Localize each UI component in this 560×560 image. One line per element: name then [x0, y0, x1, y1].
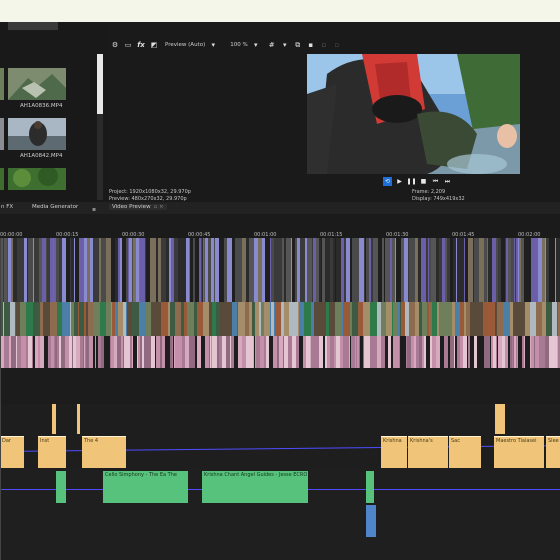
media-scrollbar[interactable] — [97, 54, 103, 200]
audio-clip[interactable]: Maestro Tiaiasei — [494, 436, 544, 468]
zoom-level[interactable]: 100 % — [230, 42, 247, 48]
video-track-3[interactable] — [0, 336, 560, 368]
media-thumb-ah1a0842[interactable] — [8, 118, 66, 150]
media-scrollbar-thumb[interactable] — [97, 54, 103, 114]
pause-icon[interactable]: ❚❚ — [406, 177, 416, 186]
music-clip[interactable] — [56, 471, 66, 503]
video-event[interactable] — [132, 302, 139, 336]
project-info: Project: 1920x1080x32, 29.970p Preview: … — [109, 189, 191, 203]
stop-icon[interactable]: ■ — [419, 177, 428, 186]
video-event[interactable] — [503, 302, 510, 336]
video-preview-panel: ⚙ ▭ fx ◩ Preview (Auto) ▾ 100 % ▾ # ▾ ⧉ … — [107, 22, 560, 202]
music-clip[interactable]: Cello Simphony - The Ea The — [103, 471, 188, 503]
audio-clip-stub[interactable] — [77, 404, 80, 434]
video-event[interactable] — [319, 302, 326, 336]
chevron-down-icon[interactable]: ▾ — [280, 40, 290, 50]
external-monitor-icon[interactable]: ▭ — [123, 40, 133, 50]
media-thumb-partial-left-2[interactable] — [0, 118, 4, 150]
frame-number: Frame: 2,209 — [412, 189, 446, 195]
media-thumb-partial-left-1[interactable] — [0, 68, 4, 100]
clip-label: Sac — [451, 438, 460, 444]
tab-media-generator[interactable]: Media Generator — [32, 204, 78, 210]
clip-label: Dar — [2, 438, 11, 444]
empty-track[interactable] — [0, 368, 560, 404]
video-preview-frame[interactable] — [307, 54, 520, 174]
preview-toolbar: ⚙ ▭ fx ◩ Preview (Auto) ▾ 100 % ▾ # ▾ ⧉ … — [107, 38, 560, 52]
more-options-icon[interactable]: ▫ — [332, 40, 342, 50]
video-event[interactable] — [238, 302, 245, 336]
music-clip[interactable]: Krishna Chant Angel Guides - Jesse ECRO — [202, 471, 308, 503]
music-clip[interactable] — [366, 471, 374, 503]
next-frame-icon[interactable]: ⏭ — [443, 177, 452, 186]
fx-icon[interactable]: fx — [136, 40, 146, 50]
audio-clip[interactable]: Slee — [546, 436, 560, 468]
split-screen-icon[interactable]: ◩ — [149, 40, 159, 50]
media-thumb-partial-left-3[interactable] — [0, 168, 4, 190]
project-media-panel: AH1A0836.MP4 AH1A0842.MP4 — [0, 22, 107, 202]
video-event[interactable] — [439, 302, 446, 336]
audio-clip-stub[interactable] — [495, 404, 505, 434]
video-event[interactable] — [161, 302, 168, 336]
clip-label: Krishna — [383, 438, 402, 444]
close-icon[interactable]: ▫ × — [154, 204, 164, 210]
video-event[interactable] — [343, 302, 350, 336]
tab-video-preview[interactable]: Video Preview ▫ × — [109, 204, 167, 210]
docked-tabs: n FX Media Generator ▪ Video Preview ▫ × — [0, 202, 560, 214]
media-clip-name: AH1A0842.MP4 — [20, 153, 63, 159]
audio-clip-stub[interactable] — [52, 404, 56, 434]
close-preview-icon[interactable]: ▫ — [319, 40, 329, 50]
transport-controls: ⟲ ▶ ❚❚ ■ ⏮ ⏭ — [383, 177, 452, 186]
clip-label: Krishna Chant Angel Guides - Jesse ECRO — [204, 472, 308, 478]
audio-clip[interactable]: Krishna — [381, 436, 407, 468]
video-event[interactable] — [26, 302, 33, 336]
video-track-1[interactable] — [0, 238, 560, 302]
media-thumb-ah1a0836[interactable] — [8, 68, 66, 100]
video-track-2[interactable] — [0, 302, 560, 336]
clip-label: Cello Simphony - The Ea The — [105, 472, 177, 478]
copy-snapshot-icon[interactable]: ⧉ — [293, 40, 303, 50]
clip-label: Slee — [548, 438, 559, 444]
frame-info: Frame: 2,209 Display: 749x419x32 — [412, 189, 465, 203]
video-event[interactable] — [139, 302, 146, 336]
video-event[interactable] — [43, 302, 50, 336]
media-thumb-cutoff-1[interactable] — [8, 22, 58, 30]
video-event[interactable] — [50, 302, 57, 336]
video-event[interactable] — [33, 302, 40, 336]
timeline-left-edge — [0, 238, 1, 560]
save-snapshot-icon[interactable]: ▪ — [306, 40, 316, 50]
tab-video-preview-label: Video Preview — [112, 204, 151, 210]
clip-label: Maestro Tiaiasei — [496, 438, 537, 444]
gear-icon[interactable]: ⚙ — [110, 40, 120, 50]
video-event[interactable] — [335, 302, 342, 336]
chevron-down-icon[interactable]: ▾ — [251, 40, 261, 50]
audio-clip[interactable]: Dar — [0, 436, 24, 468]
chevron-down-icon[interactable]: ▾ — [208, 40, 218, 50]
audio-clip[interactable]: Inst — [38, 436, 66, 468]
media-header — [0, 22, 100, 52]
media-clip-name: AH1A0836.MP4 — [20, 103, 63, 109]
window-top-strip — [0, 0, 560, 22]
audio-clip[interactable]: Krishna's — [408, 436, 448, 468]
clip-label: Inst — [40, 438, 50, 444]
tab-video-fx[interactable]: n FX — [1, 204, 13, 210]
clip-label: Krishna's — [410, 438, 433, 444]
tab-menu-icon[interactable]: ▪ — [92, 206, 96, 213]
sfx-clip[interactable] — [366, 505, 376, 537]
play-icon[interactable]: ▶ — [395, 177, 404, 186]
video-event[interactable] — [556, 238, 560, 302]
clip-label: The 4 — [84, 438, 99, 444]
loop-icon[interactable]: ⟲ — [383, 177, 392, 186]
video-event[interactable] — [187, 302, 194, 336]
video-event[interactable] — [289, 302, 296, 336]
audio-clip[interactable]: The 4 — [82, 436, 126, 468]
audio-clip[interactable]: Sac — [449, 436, 481, 468]
preview-quality-dropdown[interactable]: Preview (Auto) — [165, 42, 205, 48]
project-format: Project: 1920x1080x32, 29.970p — [109, 189, 191, 195]
media-thumb-third[interactable] — [8, 166, 66, 190]
timeline-ruler[interactable] — [0, 214, 560, 238]
prev-frame-icon[interactable]: ⏮ — [431, 177, 440, 186]
overlays-grid-icon[interactable]: # — [267, 40, 277, 50]
